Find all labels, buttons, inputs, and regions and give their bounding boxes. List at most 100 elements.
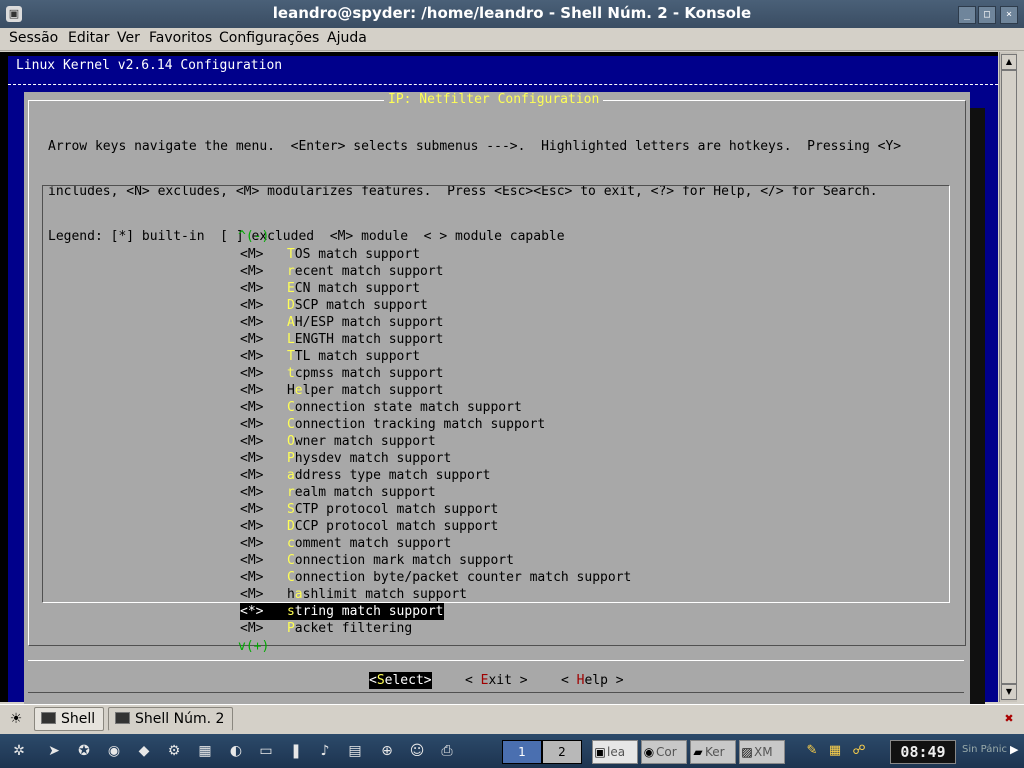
select-button[interactable]: <Select>	[369, 672, 432, 689]
menu-item[interactable]: <M> Connection state match support	[240, 399, 522, 416]
item-hotkey: O	[286, 434, 295, 449]
chat-icon[interactable]: ☺	[408, 742, 426, 760]
document-icon[interactable]: ▤	[346, 742, 364, 760]
taskbar-item-browser[interactable]: ◉ Cor	[641, 740, 687, 764]
menu-ver[interactable]: Ver	[117, 30, 140, 46]
calendar-icon[interactable]: ▦	[826, 742, 844, 760]
scroll-up-indicator: ^(-)	[238, 229, 270, 244]
bulb-icon[interactable]: ❚	[287, 742, 305, 760]
item-text: H	[286, 383, 295, 398]
minimize-button[interactable]: _	[958, 6, 976, 24]
menu-item[interactable]: <M> Physdev match support	[240, 450, 451, 467]
menu-item[interactable]: <M> TOS match support	[240, 246, 420, 263]
panel-arrow-icon[interactable]: ▶	[1010, 743, 1018, 756]
item-text: cpmss match support	[294, 366, 444, 381]
system-icon[interactable]: ▦	[196, 742, 214, 760]
item-hotkey: C	[286, 553, 295, 568]
music-icon[interactable]: ♪	[316, 742, 334, 760]
menu-item[interactable]: <M> Connection byte/packet counter match…	[240, 569, 631, 586]
menu-item[interactable]: <M> LENGTH match support	[240, 331, 444, 348]
desktop-pager-2[interactable]: 2	[542, 740, 582, 764]
taskbar-item-kernel[interactable]: ▰ Ker	[690, 740, 736, 764]
menu-sessao[interactable]: Sessão	[9, 30, 58, 46]
window-titlebar[interactable]: ▣ leandro@spyder: /home/leandro - Shell …	[0, 0, 1024, 28]
browser-icon[interactable]: ◉	[105, 742, 123, 760]
menu-item[interactable]: <M> realm match support	[240, 484, 436, 501]
item-hotkey: e	[294, 383, 303, 398]
clock[interactable]: 08:49	[890, 740, 956, 764]
taskbar-item-xm[interactable]: ▨XM	[739, 740, 785, 764]
home-folder-icon[interactable]: ➤	[45, 742, 63, 760]
new-session-icon[interactable]: ☀	[5, 709, 27, 729]
scroll-up-arrow-icon[interactable]: ▲	[1001, 54, 1017, 70]
firefox-icon[interactable]: ✪	[75, 742, 93, 760]
menu-item[interactable]: <M> Packet filtering	[240, 620, 412, 637]
item-text: h	[286, 587, 295, 602]
world-icon[interactable]: ⊕	[378, 742, 396, 760]
button-divider	[28, 660, 964, 661]
button-text: elect>	[384, 673, 432, 688]
item-text: lper match support	[302, 383, 444, 398]
menu-item[interactable]: <M> SCTP protocol match support	[240, 501, 498, 518]
tab-shell-2[interactable]: Shell Núm. 2	[108, 707, 234, 731]
disc-icon[interactable]: ◐	[227, 742, 245, 760]
scrollbar-thumb[interactable]	[1001, 70, 1017, 684]
item-marker: <M>	[240, 451, 264, 466]
scroll-down-arrow-icon[interactable]: ▼	[1001, 684, 1017, 700]
item-text: CCP protocol match support	[294, 519, 499, 534]
network-tray-icon[interactable]: ☍	[850, 742, 868, 760]
item-marker: <M>	[240, 298, 264, 313]
terminal-view[interactable]: Linux Kernel v2.6.14 Configuration IP: N…	[0, 52, 998, 721]
title-underline	[8, 84, 998, 85]
menu-item[interactable]: <M> Owner match support	[240, 433, 436, 450]
terminal-scrollbar[interactable]: ▲ ▼	[999, 52, 1017, 702]
menu-favoritos[interactable]: Favoritos	[149, 30, 212, 46]
close-session-icon[interactable]: ✖	[1000, 710, 1018, 728]
item-text: ENGTH match support	[294, 332, 444, 347]
menu-item[interactable]: <*> string match support	[240, 603, 444, 620]
item-text: CTP protocol match support	[294, 502, 499, 517]
menu-item[interactable]: <M> DCCP protocol match support	[240, 518, 498, 535]
settings-icon[interactable]: ⚙	[165, 742, 183, 760]
item-hotkey: C	[286, 400, 295, 415]
item-marker: <M>	[240, 400, 264, 415]
item-marker: <M>	[240, 247, 264, 262]
help-button[interactable]: < Help >	[561, 672, 624, 689]
item-text: onnection byte/packet counter match supp…	[294, 570, 632, 585]
maximize-button[interactable]: □	[978, 6, 996, 24]
item-marker: <M>	[240, 536, 264, 551]
taskbar-item-konsole[interactable]: ▣lea	[592, 740, 638, 764]
menu-item[interactable]: <M> comment match support	[240, 535, 451, 552]
menu-item[interactable]: <M> recent match support	[240, 263, 444, 280]
menu-item[interactable]: <M> ECN match support	[240, 280, 420, 297]
menu-ajuda[interactable]: Ajuda	[327, 30, 367, 46]
menu-item[interactable]: <M> tcpmss match support	[240, 365, 444, 382]
menu-item[interactable]: <M> AH/ESP match support	[240, 314, 444, 331]
menu-item[interactable]: <M> DSCP match support	[240, 297, 428, 314]
item-text: acket filtering	[294, 621, 413, 636]
tab-shell[interactable]: Shell	[34, 707, 105, 731]
menu-configuracoes[interactable]: Configurações	[219, 30, 319, 46]
menu-item[interactable]: <M> Connection mark match support	[240, 552, 514, 569]
menu-item[interactable]: <M> address type match support	[240, 467, 490, 484]
klipper-icon[interactable]: ✎	[803, 742, 821, 760]
menubar: Sessão Editar Ver Favoritos Configuraçõe…	[0, 28, 1024, 51]
menu-item[interactable]: <M> TTL match support	[240, 348, 420, 365]
network-icon[interactable]: ◆	[135, 742, 153, 760]
exit-button[interactable]: < Exit >	[465, 672, 528, 689]
item-hotkey: E	[286, 281, 295, 296]
kde-menu-icon[interactable]: ✲	[10, 742, 28, 760]
menu-item[interactable]: <M> Helper match support	[240, 382, 444, 399]
task-label: lea	[607, 745, 626, 759]
close-button[interactable]: ×	[1000, 6, 1018, 24]
item-hotkey: r	[286, 264, 295, 279]
keyboard-icon[interactable]: ▭	[257, 742, 275, 760]
item-marker: <M>	[240, 587, 264, 602]
menu-listbox[interactable]	[42, 185, 950, 603]
printer-icon[interactable]: ⎙	[438, 742, 456, 760]
menu-item[interactable]: <M> hashlimit match support	[240, 586, 467, 603]
item-text: TL match support	[294, 349, 421, 364]
menu-editar[interactable]: Editar	[68, 30, 109, 46]
menu-item[interactable]: <M> Connection tracking match support	[240, 416, 545, 433]
desktop-pager-1[interactable]: 1	[502, 740, 542, 764]
